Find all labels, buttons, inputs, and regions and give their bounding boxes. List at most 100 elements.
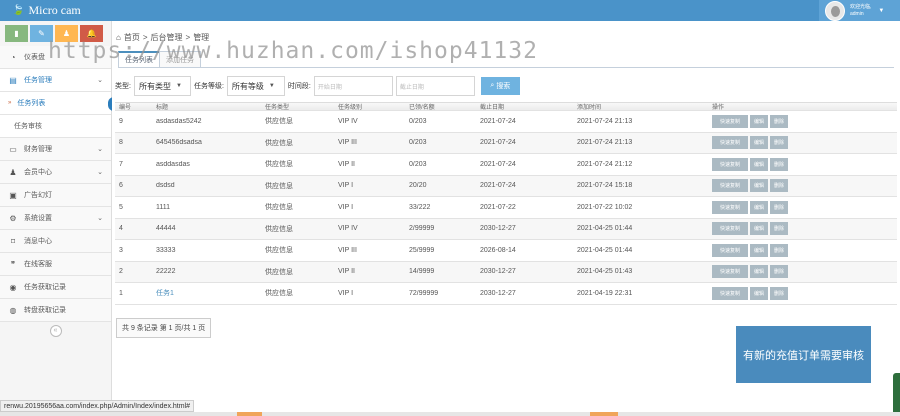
search-button[interactable]: ⌕ 搜索 — [480, 77, 520, 95]
edit-button[interactable]: 编辑 — [750, 243, 768, 257]
breadcrumb: ⌂ 首页 > 后台管理 > 管理 — [116, 32, 210, 43]
bell-icon[interactable]: 🔔 — [80, 25, 103, 42]
sidebar-item-dashboard[interactable]: ◔ 仪表盘 — [0, 46, 111, 69]
avatar — [825, 0, 845, 21]
caret-down-icon: ▼ — [878, 7, 885, 14]
type-label: 类型: — [115, 83, 131, 90]
cog-icon: ⚙ — [9, 213, 17, 223]
delete-button[interactable]: 删除 — [770, 114, 788, 128]
delete-button[interactable]: 删除 — [770, 157, 788, 171]
delete-button[interactable]: 删除 — [770, 200, 788, 214]
globe-icon: ◍ — [9, 305, 17, 315]
edit-button[interactable]: 编辑 — [750, 265, 768, 279]
tasks-icon: ◉ — [9, 282, 17, 292]
signal-icon[interactable]: ▮ — [5, 25, 28, 42]
sidebar-item-ads[interactable]: ▣ 广告幻灯 — [0, 184, 111, 207]
delete-button[interactable]: 删除 — [770, 243, 788, 257]
copy-button[interactable]: 快速复制 — [712, 200, 748, 214]
breadcrumb-home[interactable]: 首页 — [124, 32, 140, 43]
sidebar-item-wheel-records[interactable]: ◍ 转盘获取记录 — [0, 299, 111, 322]
sidebar-shortcuts: ▮ ✎ ♟ 🔔 — [0, 21, 111, 46]
table-row: 4 44444 供应信息 VIP IV 2/99999 2030-12-27 2… — [115, 218, 897, 240]
edit-button[interactable]: 编辑 — [750, 136, 768, 150]
delete-button[interactable]: 删除 — [770, 136, 788, 150]
home-icon: ⌂ — [116, 33, 121, 42]
picture-icon: ▣ — [9, 190, 17, 200]
floating-tab[interactable] — [893, 373, 900, 416]
start-date-input[interactable]: 开始日期 — [313, 76, 393, 96]
double-angle-left-icon[interactable]: « — [49, 324, 62, 337]
copy-button[interactable]: 快速复制 — [712, 265, 748, 279]
chevron-down-icon: ▼ — [175, 83, 182, 89]
copy-button[interactable]: 快速复制 — [712, 136, 748, 150]
brand-name: Micro cam — [28, 3, 81, 17]
users-icon[interactable]: ♟ — [55, 25, 78, 42]
table-row: 6 dsdsd 供应信息 VIP I 20/20 2021-07-24 2021… — [115, 175, 897, 197]
tachometer-icon: ◔ — [10, 52, 16, 62]
pagination-info: 共 9 条记录 第 1 页/共 1 页 — [116, 318, 212, 338]
tab-task-list[interactable]: 任务列表 — [118, 51, 160, 68]
filter-bar: 类型: 所有类型 ▼ 任务等级: 所有等级 ▼ 时间段: 开始日期 截止日期 ⌕… — [115, 76, 520, 96]
table-row: 7 asddasdas 供应信息 VIP II 0/203 2021-07-24… — [115, 154, 897, 176]
brand[interactable]: 🍃 Micro cam — [12, 3, 81, 18]
chevron-down-icon: ⌄ — [97, 77, 103, 84]
recharge-notice[interactable]: 有新的充值订单需要审核 — [736, 326, 871, 383]
sidebar-item-task-review[interactable]: 任务审核 — [0, 115, 111, 138]
user-menu[interactable]: 欢迎光临, admin ▼ — [819, 0, 900, 21]
edit-button[interactable]: 编辑 — [750, 114, 768, 128]
users-icon: ♟ — [9, 167, 17, 177]
top-navbar: 🍃 Micro cam 欢迎光临, admin ▼ — [0, 0, 900, 21]
tabs: 任务列表 添加任务 — [118, 51, 201, 68]
chevron-down-icon: ▼ — [268, 83, 275, 89]
copy-button[interactable]: 快速复制 — [712, 179, 748, 193]
browser-status-url: renwu.20195656aa.com/index.php/Admin/Ind… — [0, 400, 195, 412]
edit-button[interactable]: 编辑 — [750, 286, 768, 300]
copy-button[interactable]: 快速复制 — [712, 222, 748, 236]
sidebar-item-members[interactable]: ♟ 会员中心 ⌄ — [0, 161, 111, 184]
chevron-down-icon: ⌄ — [97, 169, 103, 176]
delete-button[interactable]: 删除 — [770, 265, 788, 279]
task-table: 编号 标题 任务类型 任务级别 已领/名额 截止日期 添加时间 操作 9 asd… — [115, 102, 897, 305]
double-angle-right-icon: » — [8, 100, 12, 106]
sidebar-item-messages[interactable]: ⌑ 消息中心 — [0, 230, 111, 253]
sidebar-item-task-management[interactable]: ▤ 任务管理 ⌄ — [0, 69, 111, 92]
breadcrumb-section[interactable]: 后台管理 — [151, 32, 183, 43]
bookmark-icon: ⌑ — [10, 236, 16, 246]
sidebar: ▮ ✎ ♟ 🔔 ◔ 仪表盘 ▤ 任务管理 ⌄ » 任务列表 任务审核 ▭ 财务管… — [0, 21, 115, 416]
copy-button[interactable]: 快速复制 — [712, 114, 748, 128]
copy-button[interactable]: 快速复制 — [712, 286, 748, 300]
delete-button[interactable]: 删除 — [770, 179, 788, 193]
delete-button[interactable]: 删除 — [770, 286, 788, 300]
chevron-down-icon: ⌄ — [97, 146, 103, 153]
tab-add-task[interactable]: 添加任务 — [159, 51, 201, 68]
edit-button[interactable]: 编辑 — [750, 222, 768, 236]
copy-button[interactable]: 快速复制 — [712, 157, 748, 171]
end-date-input[interactable]: 截止日期 — [395, 76, 475, 96]
table-row: 1 任务1 供应信息 VIP I 72/99999 2030-12-27 202… — [115, 283, 897, 305]
sidebar-item-finance[interactable]: ▭ 财务管理 ⌄ — [0, 138, 111, 161]
page-progress-strip — [0, 412, 900, 416]
pencil-icon[interactable]: ✎ — [30, 25, 53, 42]
level-select[interactable]: 所有等级 ▼ — [226, 76, 285, 96]
sidebar-item-settings[interactable]: ⚙ 系统设置 ⌄ — [0, 207, 111, 230]
table-row: 5 1111 供应信息 VIP I 33/222 2021-07-22 2021… — [115, 197, 897, 219]
edit-button[interactable]: 编辑 — [750, 200, 768, 214]
sidebar-item-task-list[interactable]: » 任务列表 — [0, 92, 115, 115]
table-row: 8 645456dsadsa 供应信息 VIP III 0/203 2021-0… — [115, 132, 897, 154]
table-row: 9 asdasdas5242 供应信息 VIP IV 0/203 2021-07… — [115, 111, 897, 133]
task-title-link[interactable]: 任务1 — [152, 288, 261, 298]
main-content: ⌂ 首页 > 后台管理 > 管理 任务列表 添加任务 类型: 所有类型 ▼ 任务… — [112, 21, 900, 416]
type-select[interactable]: 所有类型 ▼ — [133, 76, 191, 96]
edit-button[interactable]: 编辑 — [750, 157, 768, 171]
sidebar-item-support[interactable]: ❞ 在线客服 — [0, 253, 111, 276]
sidebar-item-task-records[interactable]: ◉ 任务获取记录 — [0, 276, 111, 299]
edit-button[interactable]: 编辑 — [750, 179, 768, 193]
delete-button[interactable]: 删除 — [770, 222, 788, 236]
card-icon: ▭ — [9, 144, 17, 154]
chevron-down-icon: ⌄ — [97, 215, 103, 222]
comments-icon: ❞ — [10, 259, 16, 269]
copy-button[interactable]: 快速复制 — [712, 243, 748, 257]
user-name: admin — [850, 10, 864, 17]
breadcrumb-page: 管理 — [193, 33, 210, 42]
time-label: 时间段: — [287, 83, 311, 90]
